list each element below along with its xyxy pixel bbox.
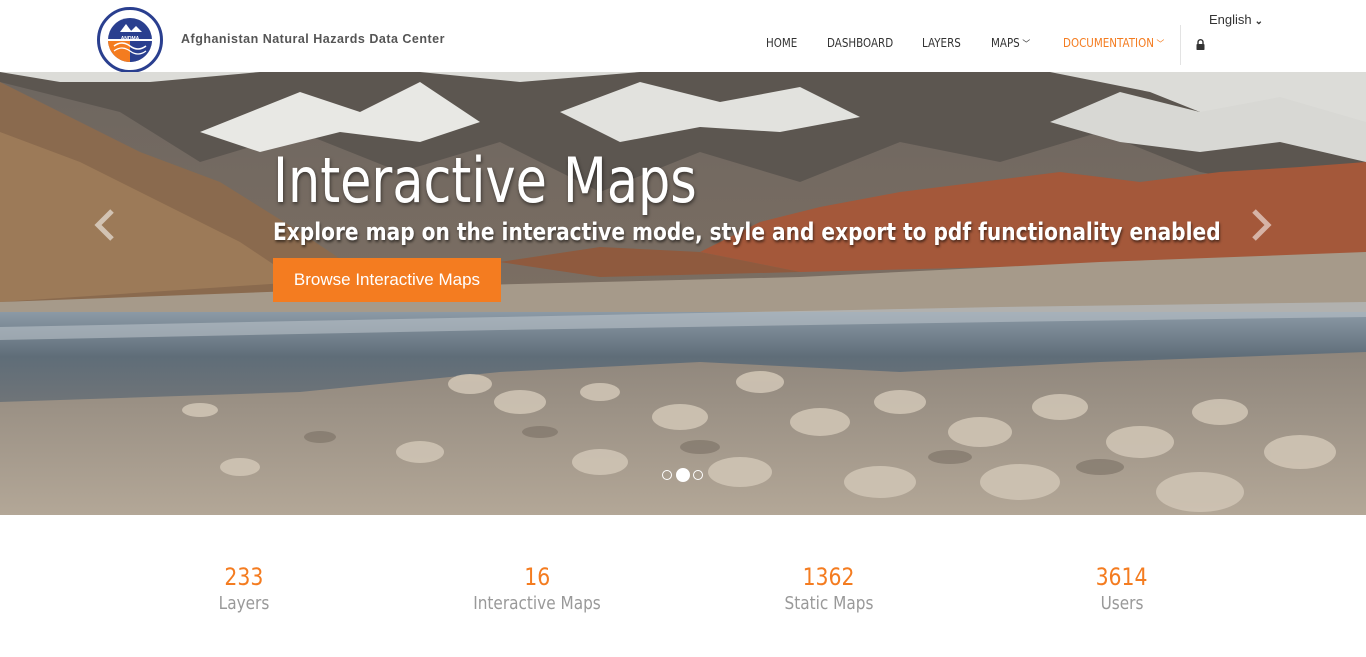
nav-documentation-label: DOCUMENTATION: [1063, 36, 1154, 50]
chevron-down-icon: ⌄: [1254, 16, 1264, 27]
browse-interactive-maps-button[interactable]: Browse Interactive Maps: [273, 258, 501, 302]
chevron-down-icon: ﹀: [1156, 40, 1165, 50]
carousel-dot-3[interactable]: [693, 470, 703, 480]
hero-carousel: Interactive Maps Explore map on the inte…: [0, 72, 1366, 515]
nav-maps[interactable]: MAPS ﹀: [991, 36, 1030, 50]
nav-home-label: HOME: [766, 36, 798, 50]
stat-label: Layers: [218, 593, 270, 614]
stat-layers: 233 Layers: [114, 563, 374, 614]
nav-layers[interactable]: LAYERS: [922, 36, 961, 50]
stat-label: Interactive Maps: [473, 593, 601, 614]
nav-dashboard-label: DASHBOARD: [827, 36, 894, 50]
hero-title: Interactive Maps: [273, 144, 697, 217]
stat-label: Static Maps: [784, 593, 874, 614]
stat-static-maps: 1362 Static Maps: [699, 563, 959, 614]
stat-value: 16: [524, 563, 550, 591]
language-selector[interactable]: English ⌄: [1209, 12, 1263, 27]
carousel-dot-1[interactable]: [662, 470, 672, 480]
hero-subtitle: Explore map on the interactive mode, sty…: [273, 218, 1221, 246]
chevron-down-icon: ﹀: [1022, 40, 1031, 50]
carousel-dot-2[interactable]: [676, 468, 690, 482]
stat-label: Users: [1100, 593, 1144, 614]
chevron-right-icon[interactable]: [1248, 208, 1274, 242]
stat-value: 1362: [803, 563, 855, 591]
stat-interactive-maps: 16 Interactive Maps: [407, 563, 667, 614]
andma-logo[interactable]: ANDMA: [97, 7, 163, 73]
nav-documentation[interactable]: DOCUMENTATION ﹀: [1063, 36, 1164, 50]
stat-users: 3614 Users: [992, 563, 1252, 614]
stats-section: 233 Layers 16 Interactive Maps 1362 Stat…: [0, 515, 1366, 657]
nav-layers-label: LAYERS: [922, 36, 961, 50]
site-header: ANDMA Afghanistan Natural Hazards Data C…: [0, 0, 1366, 73]
stat-value: 3614: [1096, 563, 1148, 591]
nav-home[interactable]: HOME: [766, 36, 797, 50]
lock-icon[interactable]: [1196, 39, 1205, 50]
hero-background-image: [0, 72, 1366, 515]
stat-value: 233: [224, 563, 264, 591]
nav-divider: [1180, 25, 1181, 65]
nav-dashboard[interactable]: DASHBOARD: [827, 36, 893, 50]
language-label: English: [1209, 12, 1252, 27]
chevron-left-icon[interactable]: [92, 208, 118, 242]
site-name: Afghanistan Natural Hazards Data Center: [181, 32, 446, 46]
nav-maps-label: MAPS: [991, 36, 1020, 50]
svg-text:ANDMA: ANDMA: [121, 36, 140, 42]
